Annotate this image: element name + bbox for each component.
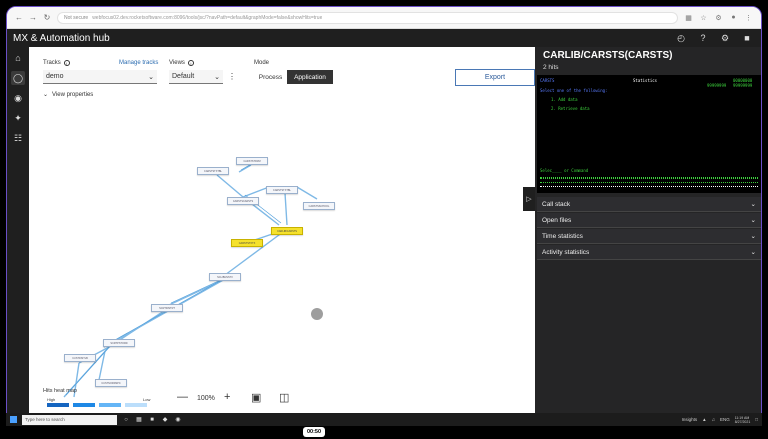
app-header: MX & Automation hub ◴ ? ⚙ ■	[7, 29, 761, 47]
panel-title: CARLIB/CARSTS(CARSTS)	[543, 50, 673, 61]
section-time-statistics[interactable]: Time statistics ⌄	[537, 229, 761, 244]
edge-icon[interactable]: ◉	[174, 416, 182, 424]
task-view-icon[interactable]: ▦	[135, 416, 143, 424]
grid-icon[interactable]: ▦	[684, 14, 693, 22]
cortana-icon[interactable]: ○	[122, 416, 130, 424]
network-tray-icon[interactable]: ▲	[702, 417, 706, 422]
graph-node[interactable]: CARSTSTXTX	[231, 239, 263, 247]
globe-icon[interactable]: ◉	[11, 91, 25, 105]
section-call-stack[interactable]: Call stack ⌄	[537, 197, 761, 212]
windows-start-icon[interactable]	[10, 416, 17, 423]
reload-icon[interactable]: ↻	[43, 13, 51, 22]
heatmap-low-label: Low	[143, 397, 151, 402]
taskbar-search-placeholder: Type here to search	[25, 417, 65, 422]
extensions-icon[interactable]: ⚙	[714, 14, 723, 22]
help-icon[interactable]: ?	[695, 33, 711, 43]
network-icon[interactable]: ✦	[11, 111, 25, 125]
chevron-down-icon: ⌄	[750, 201, 756, 208]
home-icon[interactable]: ⌂	[11, 51, 25, 65]
browser-window: ← → ↻ Not secure webfocus02.dev.rocketso…	[6, 6, 762, 426]
heatmap-swatch-mid-low	[99, 403, 121, 407]
section-label: Activity statistics	[542, 248, 590, 256]
video-timer: 00:50	[303, 427, 325, 437]
tray-insights[interactable]: Insights	[682, 417, 698, 422]
settings-icon[interactable]: ⚙	[717, 33, 733, 44]
history-icon[interactable]: ◴	[673, 33, 689, 44]
graph-node[interactable]: CARSTSTXTBL	[266, 186, 298, 194]
back-icon[interactable]: ←	[15, 13, 23, 22]
volume-tray-icon[interactable]: ♫	[712, 417, 715, 422]
security-indicator[interactable]: Not secure	[64, 15, 88, 21]
terminal-screen[interactable]: CARSTS Statistics 00000000 99999999 9999…	[537, 75, 761, 193]
terminal-status-line	[540, 186, 758, 188]
zoom-out-button[interactable]: —	[177, 391, 188, 403]
menu-icon[interactable]: ⋮	[744, 14, 753, 22]
graph-node[interactable]: CARSTSCARSTS	[227, 197, 259, 205]
heatmap-title: Hits heat map	[43, 388, 77, 394]
graph-node-selected[interactable]: CARLIB/CARSTS	[271, 227, 303, 235]
system-tray: Insights ▲ ♫ ENG 11:19 AM 8/27/2021 □	[682, 416, 758, 424]
zoom-level: 100%	[197, 395, 215, 402]
panel-hits: 2 hits	[543, 64, 559, 71]
graph-node[interactable]: SCRTIDSTRT	[151, 304, 183, 312]
app-icon[interactable]: ◆	[161, 416, 169, 424]
section-label: Call stack	[542, 200, 571, 208]
terminal-heading: Statistics	[633, 78, 658, 83]
terminal-program: CARSTS	[540, 78, 555, 83]
graph-node[interactable]: CARSTSSCHOOL	[303, 202, 335, 210]
chevron-down-icon: ⌄	[750, 233, 756, 240]
heatmap-swatch-mid-high	[73, 403, 95, 407]
fit-to-screen-icon[interactable]: ▣	[251, 391, 261, 404]
file-explorer-icon[interactable]: ■	[148, 416, 156, 424]
terminal-code: 99999999	[733, 83, 753, 88]
profile-icon[interactable]: ●	[729, 14, 738, 21]
graph-node[interactable]: CUSTDISTLB	[64, 354, 96, 362]
heatmap-swatch-low	[125, 403, 147, 407]
section-activity-statistics[interactable]: Activity statistics ⌄	[537, 245, 761, 260]
detail-panel: CARLIB/CARSTS(CARSTS) 2 hits CARSTS Stat…	[535, 47, 761, 421]
app-title: MX & Automation hub	[13, 32, 110, 44]
section-label: Open files	[542, 216, 572, 224]
terminal-option: 1. Add data	[551, 97, 578, 102]
terminal-option: 2. Retrieve data	[551, 106, 590, 111]
main-workspace: Tracks i Manage tracks demo ⌄ Views i De…	[29, 47, 543, 421]
url-text: webfocus02.dev.rocketsoftware.com:8096/t…	[92, 14, 323, 21]
graph-node[interactable]: SCRTPSTORD	[103, 339, 135, 347]
graph-node[interactable]: CARSTSTXTBL	[197, 167, 229, 175]
heatmap-high-label: High	[47, 397, 56, 402]
map-icon[interactable]: ◫	[279, 391, 289, 404]
section-label: Time statistics	[542, 232, 583, 240]
chevron-down-icon: ⌄	[750, 249, 756, 256]
address-bar[interactable]: Not secure webfocus02.dev.rocketsoftware…	[57, 11, 678, 24]
lightbulb-icon[interactable]: ◯	[11, 71, 25, 85]
terminal-prompt: Select one of the following:	[540, 88, 608, 93]
terminal-code: 99999999	[707, 83, 727, 88]
browser-toolbar: ← → ↻ Not secure webfocus02.dev.rocketso…	[7, 7, 761, 29]
windows-taskbar: Type here to search ○ ▦ ■ ◆ ◉ Insights ▲…	[6, 413, 762, 426]
graph-node[interactable]: CUSTNORDSPC	[95, 379, 127, 387]
terminal-command-line[interactable]: Selec____ or Command	[540, 168, 588, 173]
terminal-function-keys	[540, 182, 758, 184]
language-indicator[interactable]: ENG	[720, 417, 730, 422]
user-icon[interactable]: ■	[739, 33, 755, 43]
clock[interactable]: 11:19 AM 8/27/2021	[735, 416, 751, 424]
zoom-in-button[interactable]: +	[224, 391, 230, 403]
collapse-panel-button[interactable]: ▷	[523, 187, 535, 211]
section-open-files[interactable]: Open files ⌄	[537, 213, 761, 228]
chevron-down-icon: ⌄	[750, 217, 756, 224]
pointer-indicator	[311, 308, 323, 320]
heatmap-swatch-high	[47, 403, 69, 407]
star-icon[interactable]: ☆	[699, 14, 708, 22]
graph-node[interactable]: CARSTSTFRM	[236, 157, 268, 165]
forward-icon[interactable]: →	[29, 13, 37, 22]
terminal-function-keys	[540, 177, 758, 179]
graph-node[interactable]: SCLIBUNSTX	[209, 273, 241, 281]
clock-date: 8/27/2021	[734, 419, 751, 424]
notifications-icon[interactable]: □	[755, 417, 758, 422]
left-nav-rail: ⌂ ◯ ◉ ✦ ☷	[7, 47, 29, 421]
hierarchy-icon[interactable]: ☷	[11, 131, 25, 145]
taskbar-search[interactable]: Type here to search	[22, 414, 117, 425]
